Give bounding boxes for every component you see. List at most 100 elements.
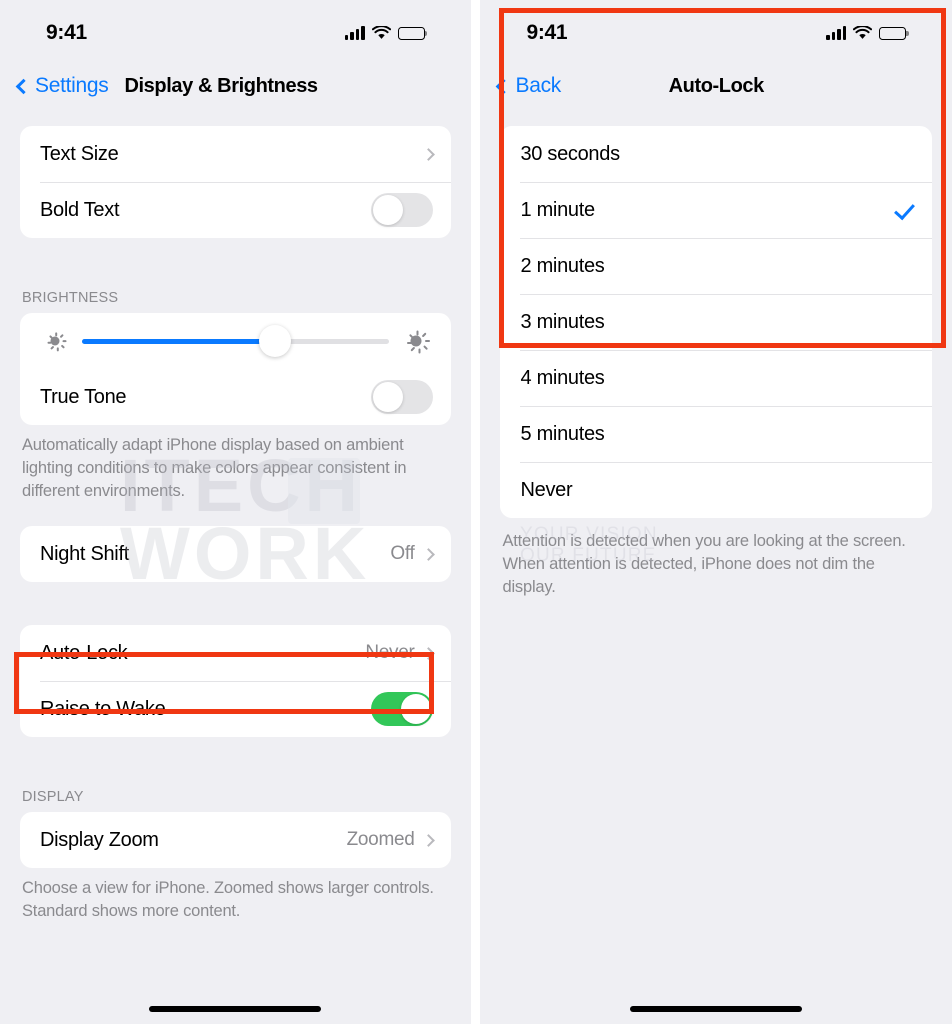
row-label-raise-to-wake: Raise to Wake [40,697,166,720]
status-bar-right: 9:41 [480,0,952,58]
sun-ray [409,346,415,352]
row-label-bold-text: Bold Text [40,198,120,221]
sun-ray [421,332,427,338]
row-raise-to-wake[interactable]: Raise to Wake [20,681,451,737]
status-time: 9:41 [526,21,568,44]
option-row-5-minutes[interactable]: 5 minutes [500,406,932,462]
sun-large-icon [403,328,430,354]
brightness-slider-row[interactable] [20,313,451,369]
row-accessory: Off [390,543,435,565]
option-label: 3 minutes [520,310,605,333]
row-accessory [421,147,435,161]
sun-ray [55,332,57,337]
row-label-true-tone: True Tone [40,385,127,408]
row-label-display-zoom: Display Zoom [40,828,159,851]
status-icons [344,26,428,40]
brightness-slider-knob[interactable] [259,325,292,357]
brightness-card: True Tone [20,313,451,425]
chevron-right-icon [421,833,435,847]
toggle-true-tone[interactable] [370,380,433,414]
nav-bar-right: Back Auto-Lock [480,58,952,114]
cellular-signal-icon [344,26,365,40]
chevron-right-icon [421,547,435,561]
back-button-label: Settings [35,74,109,97]
toggle-knob [372,195,403,225]
row-display-zoom[interactable]: Display Zoom Zoomed [20,812,451,868]
sun-ray [60,344,65,349]
toggle-knob [400,694,431,724]
nav-bar-left: Settings Display & Brightness [0,58,471,114]
dual-phone-screenshot: 9:41 Settings Display & Brightness Text … [0,0,952,1024]
left-phone-screen: 9:41 Settings Display & Brightness Text … [0,0,471,1024]
chevron-right-icon [421,646,435,660]
chevron-left-icon [496,78,512,94]
home-indicator [630,1006,803,1012]
chevron-left-icon [15,78,32,94]
checkmark-icon [894,200,914,220]
option-row-30-seconds[interactable]: 30 seconds [500,126,932,182]
section-header-display: DISPLAY [22,789,84,805]
status-time: 9:41 [46,21,87,44]
text-group-card: Text Size Bold Text [20,126,451,238]
auto-lock-options-card: 30 seconds 1 minute 2 minutes 3 minutes … [500,126,932,518]
section-footer-true-tone: Automatically adapt iPhone display based… [22,436,407,500]
right-content: 30 seconds 1 minute 2 minutes 3 minutes … [480,126,952,599]
wifi-icon [853,26,872,39]
toggle-bold-text[interactable] [370,193,433,227]
section-footer-display-zoom: Choose a view for iPhone. Zoomed shows l… [22,879,434,920]
row-night-shift[interactable]: Night Shift Off [20,526,451,582]
left-content: Text Size Bold Text BRIGHTNESS True Tone… [0,126,471,923]
option-row-4-minutes[interactable]: 4 minutes [500,350,932,406]
sun-ray [59,333,64,339]
option-label: 5 minutes [520,422,605,445]
sun-ray [62,340,67,342]
autolock-card: Auto-Lock Never Raise to Wake [20,625,451,737]
row-value-night-shift: Off [390,543,415,564]
brightness-slider-track[interactable] [82,325,389,357]
sun-ray [50,345,55,350]
back-button-settings[interactable]: Settings [15,74,109,98]
option-row-never[interactable]: Never [500,462,932,518]
cellular-signal-icon [826,26,846,40]
back-button-label: Back [515,74,561,97]
row-text-size[interactable]: Text Size [20,126,451,182]
row-true-tone[interactable]: True Tone [20,369,451,425]
brightness-slider-fill [82,338,276,344]
option-row-2-minutes[interactable]: 2 minutes [500,238,932,294]
toggle-raise-to-wake[interactable] [370,692,433,726]
night-shift-card: Night Shift Off [20,526,451,582]
sun-ray [406,342,412,344]
display-zoom-card: Display Zoom Zoomed [20,812,451,868]
option-label: 30 seconds [520,142,620,165]
section-header-brightness: BRIGHTNESS [22,290,119,306]
back-button[interactable]: Back [496,74,561,98]
sun-small-icon [42,328,68,354]
row-label-night-shift: Night Shift [40,542,129,565]
wifi-icon [371,26,391,39]
sun-ray [418,348,421,354]
option-label: Never [520,478,573,501]
option-label: 2 minutes [520,254,605,277]
sun-ray [408,333,414,339]
row-value-auto-lock: Never [365,642,415,663]
row-label-text-size: Text Size [40,142,119,165]
status-icons [826,26,909,40]
right-phone-screen: 9:41 Back Auto-Lock 30 seconds 1 minute … [480,0,952,1024]
row-accessory: Zoomed [347,829,435,851]
status-bar-left: 9:41 [0,0,471,58]
row-accessory: Never [365,642,435,664]
row-bold-text[interactable]: Bold Text [20,182,451,238]
row-auto-lock[interactable]: Auto-Lock Never [20,625,451,681]
sun-ray [57,347,59,352]
option-row-3-minutes[interactable]: 3 minutes [500,294,932,350]
sun-ray [424,340,430,342]
option-label: 4 minutes [520,366,605,389]
option-row-1-minute[interactable]: 1 minute [500,182,932,238]
page-title: Display & Brightness [124,74,318,97]
battery-full-icon [879,26,909,40]
sun-ray [422,345,428,351]
chevron-right-icon [421,147,435,161]
sun-ray [47,341,52,344]
battery-full-icon [397,26,428,40]
panel-divider [470,0,476,1024]
